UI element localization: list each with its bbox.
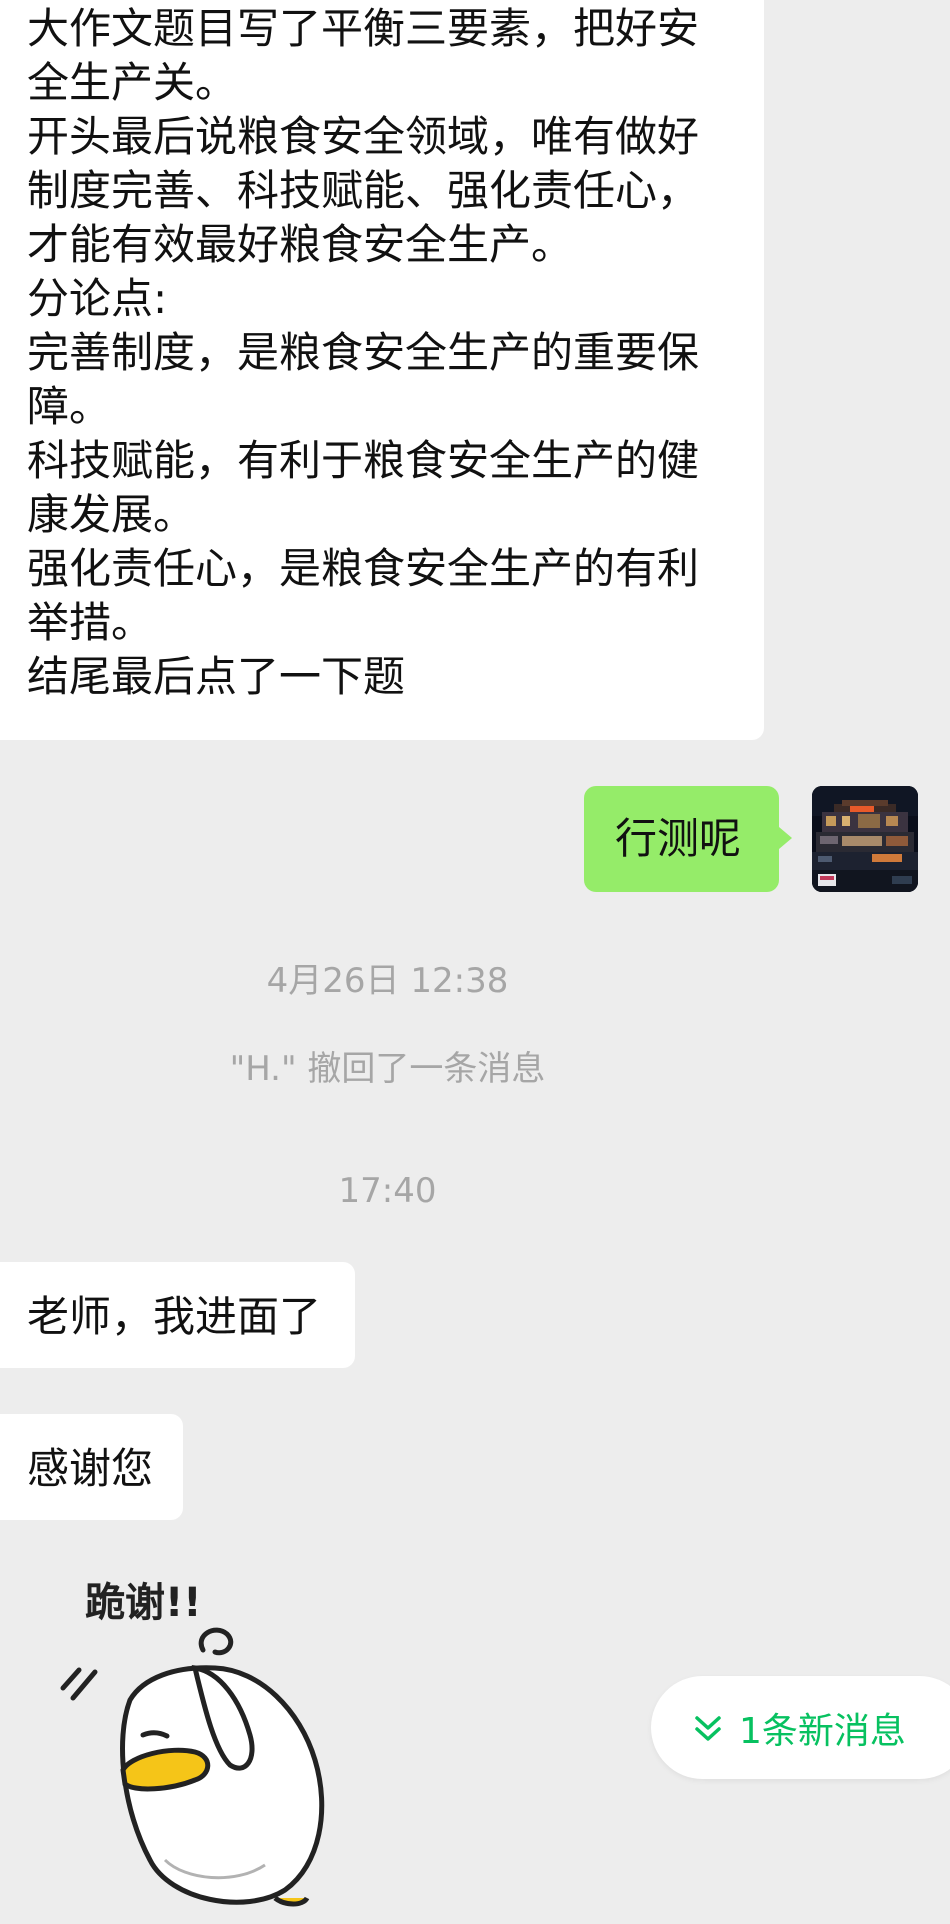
message-text-line: 障。 xyxy=(27,382,112,431)
avatar-night-building-image xyxy=(812,786,918,892)
received-message-bubble[interactable]: 大作文题目写了平衡三要素，把好安 全生产关。 开头最后说粮食安全领域，唯有做好 … xyxy=(0,0,764,740)
received-message-bubble[interactable]: 老师，我进面了 xyxy=(0,1262,356,1368)
message-text: 感谢您 xyxy=(27,1444,154,1493)
timestamp: 17:40 xyxy=(338,1171,437,1211)
message-text-line: 制度完善、科技赋能、强化责任心， xyxy=(27,166,700,215)
sent-message-bubble[interactable]: 行测呢 xyxy=(584,786,779,892)
message-text-line: 才能有效最好粮食安全生产。 xyxy=(27,220,574,269)
sent-bubble-tail xyxy=(779,827,792,849)
message-text-line: 分论点: xyxy=(27,274,168,323)
message-text-line: 强化责任心，是粮食安全生产的有利 xyxy=(27,544,700,593)
message-text-line: 结尾最后点了一下题 xyxy=(27,652,406,701)
message-text-line: 举措。 xyxy=(27,598,154,647)
message-text-line: 完善制度，是粮食安全生产的重要保 xyxy=(27,328,700,377)
message-text-line: 科技赋能，有利于粮食安全生产的健 xyxy=(27,436,700,485)
avatar[interactable] xyxy=(812,786,918,892)
recall-notice: "H." 撤回了一条消息 xyxy=(229,1049,546,1089)
sticker-caption: 跪谢!! xyxy=(85,1580,201,1626)
double-chevron-down-icon xyxy=(695,1715,721,1741)
message-text-line: 大作文题目写了平衡三要素，把好安 xyxy=(27,4,700,53)
new-message-label: 1条新消息 xyxy=(739,1710,906,1752)
timestamp: 4月26日 12:38 xyxy=(266,961,509,1001)
message-text: 老师，我进面了 xyxy=(27,1292,322,1341)
sticker-message[interactable]: 跪谢!! xyxy=(45,1560,355,1920)
received-message-bubble[interactable]: 感谢您 xyxy=(0,1414,184,1520)
sent-message-text: 行测呢 xyxy=(615,814,742,863)
message-text-line: 全生产关。 xyxy=(27,58,238,107)
message-text-line: 康发展。 xyxy=(27,490,196,539)
message-text-line: 开头最后说粮食安全领域，唯有做好 xyxy=(27,112,700,161)
new-message-button[interactable]: 1条新消息 xyxy=(651,1676,950,1779)
duck-bowing-sticker: 跪谢!! xyxy=(60,1580,325,1907)
